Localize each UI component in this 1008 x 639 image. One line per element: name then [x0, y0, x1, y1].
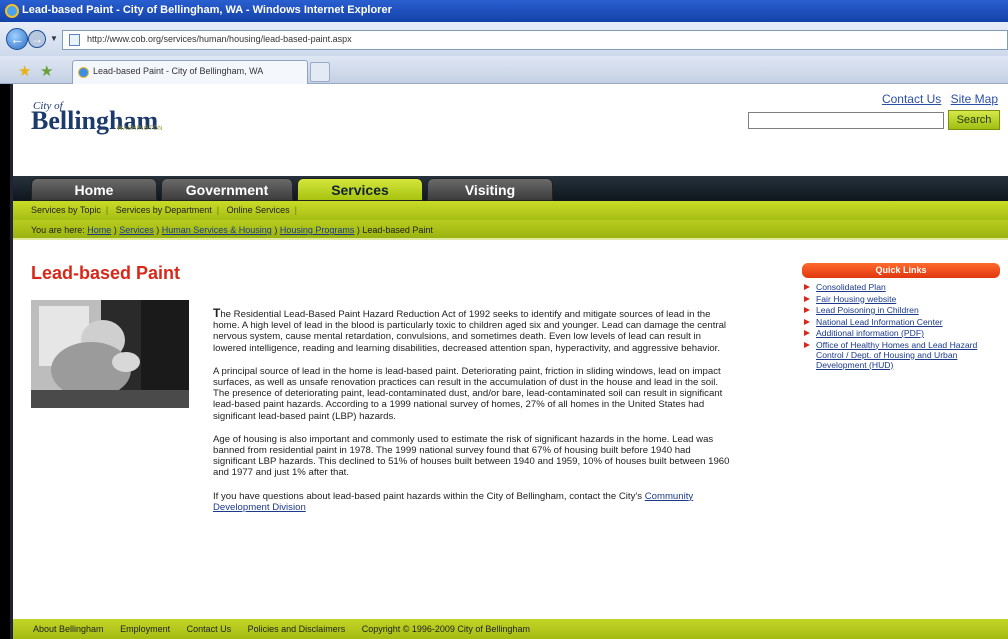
ie-logo-icon — [5, 4, 19, 18]
back-arrow-icon[interactable]: ← — [6, 28, 28, 50]
contact-text: If you have questions about lead-based p… — [213, 490, 643, 502]
tab-bar: ★ ★ Lead-based Paint - City of Bellingha… — [0, 56, 1008, 84]
quick-link-hud[interactable]: Office of Healthy Homes and Lead Hazard … — [816, 340, 977, 370]
logo-washington: WASHINGTON — [117, 126, 164, 132]
footer-contact[interactable]: Contact Us — [187, 624, 232, 634]
page-title: Lead-based Paint — [31, 263, 181, 283]
arrow-bullet-icon — [804, 295, 810, 302]
list-item: Lead Poisoning in Children — [802, 305, 1000, 315]
nav-tab-visiting[interactable]: Visiting — [427, 178, 553, 201]
breadcrumb: You are here: Home ) Services ) Human Se… — [13, 220, 1008, 240]
quick-link-national-lead-center[interactable]: National Lead Information Center — [816, 317, 943, 327]
quick-link-lead-poisoning[interactable]: Lead Poisoning in Children — [816, 305, 919, 315]
nav-tab-services[interactable]: Services — [297, 178, 423, 201]
footer-about[interactable]: About Bellingham — [33, 624, 104, 634]
utility-links: Contact Us Site Map — [876, 92, 998, 106]
browser-tab[interactable]: Lead-based Paint - City of Bellingham, W… — [72, 60, 308, 84]
child-photo — [31, 300, 189, 408]
add-favorites-icon[interactable]: ★ — [40, 62, 53, 80]
search-button[interactable]: Search — [948, 110, 1000, 130]
list-item: Fair Housing website — [802, 294, 1000, 304]
main-navigation: Home Government Services Visiting — [13, 176, 1008, 201]
search-input[interactable] — [748, 112, 944, 129]
subnav-services-by-department[interactable]: Services by Department — [116, 205, 212, 215]
nav-tab-government[interactable]: Government — [161, 178, 293, 201]
main-content: The Residential Lead-Based Paint Hazard … — [213, 307, 733, 525]
sub-navigation: Services by Topic | Services by Departmen… — [13, 201, 1008, 220]
list-item: Office of Healthy Homes and Lead Hazard … — [802, 340, 1000, 370]
quick-link-consolidated-plan[interactable]: Consolidated Plan — [816, 282, 886, 292]
browser-tab-label: Lead-based Paint - City of Bellingham, W… — [93, 66, 264, 76]
arrow-bullet-icon — [804, 341, 810, 348]
web-page: City of Bellingham WASHINGTON Contact Us… — [10, 84, 1008, 639]
paragraph-age-of-housing: Age of housing is also important and com… — [213, 433, 730, 479]
tab-site-icon — [78, 67, 89, 78]
list-item: Consolidated Plan — [802, 282, 1000, 292]
list-item: Additional information (PDF) — [802, 328, 1000, 338]
url-text: http://www.cob.org/services/human/housin… — [87, 34, 352, 44]
quick-links-panel: Quick Links Consolidated Plan Fair Housi… — [802, 263, 1000, 371]
breadcrumb-services[interactable]: Services — [119, 225, 154, 235]
subnav-services-by-topic[interactable]: Services by Topic — [31, 205, 101, 215]
breadcrumb-housing-programs[interactable]: Housing Programs — [280, 225, 355, 235]
url-field[interactable]: http://www.cob.org/services/human/housin… — [62, 30, 1008, 50]
breadcrumb-human-services[interactable]: Human Services & Housing — [162, 225, 272, 235]
paragraph-sources: A principal source of lead in the home i… — [213, 365, 723, 422]
breadcrumb-current: Lead-based Paint — [362, 225, 433, 235]
arrow-bullet-icon — [804, 307, 810, 313]
arrow-bullet-icon — [804, 284, 810, 290]
contact-us-link[interactable]: Contact Us — [882, 92, 941, 106]
breadcrumb-home[interactable]: Home — [87, 225, 111, 235]
new-tab-button[interactable] — [310, 62, 330, 82]
site-map-link[interactable]: Site Map — [951, 92, 998, 106]
nav-tab-home[interactable]: Home — [31, 178, 157, 201]
quick-links-title: Quick Links — [802, 263, 1000, 278]
breadcrumb-prefix: You are here: — [31, 225, 85, 235]
paragraph-contact: If you have questions about lead-based p… — [213, 491, 733, 513]
quick-link-fair-housing[interactable]: Fair Housing website — [816, 294, 896, 304]
footer-copyright: Copyright © 1996-2009 City of Bellingham — [361, 624, 530, 634]
paragraph-intro-text: he Residential Lead-Based Paint Hazard R… — [213, 309, 727, 354]
history-dropdown-icon[interactable]: ▼ — [50, 34, 58, 43]
subnav-online-services[interactable]: Online Services — [227, 205, 290, 215]
site-header: City of Bellingham WASHINGTON Contact Us… — [13, 84, 1008, 180]
arrow-bullet-icon — [804, 330, 810, 336]
quick-links-list: Consolidated Plan Fair Housing website L… — [802, 282, 1000, 370]
window-titlebar: Lead-based Paint - City of Bellingham, W… — [0, 0, 1008, 22]
footer-employment[interactable]: Employment — [120, 624, 170, 634]
address-bar: ← → ▼ http://www.cob.org/services/human/… — [0, 22, 1008, 56]
arrow-bullet-icon — [804, 318, 810, 325]
footer-policies[interactable]: Policies and Disclaimers — [248, 624, 346, 634]
list-item: National Lead Information Center — [802, 317, 1000, 327]
favorites-star-icon[interactable]: ★ — [18, 62, 31, 80]
site-footer: About Bellingham Employment Contact Us P… — [13, 619, 1008, 639]
window-title: Lead-based Paint - City of Bellingham, W… — [22, 4, 392, 16]
paragraph-intro: The Residential Lead-Based Paint Hazard … — [213, 307, 733, 354]
forward-arrow-icon[interactable]: → — [28, 30, 46, 48]
quick-link-additional-info[interactable]: Additional information (PDF) — [816, 328, 924, 338]
page-icon — [69, 34, 80, 46]
